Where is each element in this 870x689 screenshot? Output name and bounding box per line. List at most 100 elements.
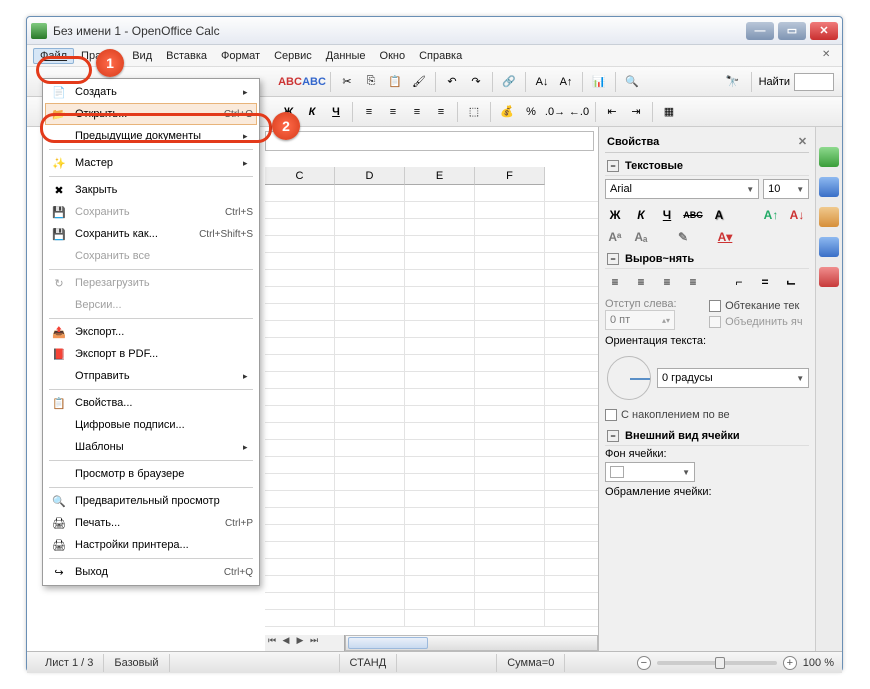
menu-save-as[interactable]: 💾Сохранить как...Ctrl+Shift+S	[45, 223, 257, 245]
menu-properties[interactable]: 📋Свойства...	[45, 392, 257, 414]
find-input[interactable]	[794, 73, 834, 91]
col-header[interactable]: D	[335, 167, 405, 185]
merge-icon[interactable]: ⬚	[463, 101, 485, 123]
menu-export[interactable]: 📤Экспорт...	[45, 321, 257, 343]
menu-view[interactable]: Вид	[125, 48, 159, 64]
cellbg-combo[interactable]: ▼	[605, 462, 695, 482]
hyperlink-icon[interactable]: 🔗	[498, 71, 520, 93]
hscrollbar[interactable]	[345, 635, 598, 651]
undo-icon[interactable]: ↶	[441, 71, 463, 93]
indent-inc-icon[interactable]: ⇥	[625, 101, 647, 123]
align-justify-icon[interactable]: ≡	[430, 101, 452, 123]
font-size-combo[interactable]: 10▼	[763, 179, 809, 199]
halign-center-icon[interactable]: ≡	[631, 273, 651, 291]
zoom-out-button[interactable]: −	[637, 656, 651, 670]
sidebar-close-icon[interactable]: ✕	[798, 135, 807, 148]
deck-styles-icon[interactable]	[819, 177, 839, 197]
cut-icon[interactable]: ✂	[336, 71, 358, 93]
side-super-icon[interactable]: Aᵃ	[605, 228, 625, 246]
menu-recent[interactable]: Предыдущие документы▸	[45, 125, 257, 147]
autospell-icon[interactable]: ABC	[303, 71, 325, 93]
side-bold-icon[interactable]: Ж	[605, 206, 625, 224]
binoculars-icon[interactable]: 🔭	[722, 71, 744, 93]
tab-last-icon[interactable]: ⏭	[307, 635, 321, 651]
menu-help[interactable]: Справка	[412, 48, 469, 64]
section-cell[interactable]: −Внешний вид ячейки	[605, 427, 809, 446]
paste-icon[interactable]: 📋	[384, 71, 406, 93]
menu-data[interactable]: Данные	[319, 48, 373, 64]
copy-icon[interactable]: ⎘	[360, 71, 382, 93]
menu-print[interactable]: 🖨Печать...Ctrl+P	[45, 512, 257, 534]
menu-insert[interactable]: Вставка	[159, 48, 214, 64]
tab-next-icon[interactable]: ▶	[293, 635, 307, 651]
minimize-button[interactable]: —	[746, 22, 774, 40]
deck-navigator-icon[interactable]	[819, 237, 839, 257]
orientation-combo[interactable]: 0 градусы▼	[657, 368, 809, 388]
side-strike-icon[interactable]: ABC	[683, 206, 703, 224]
decimal-add-icon[interactable]: .0→	[544, 101, 566, 123]
deck-functions-icon[interactable]	[819, 267, 839, 287]
sort-desc-icon[interactable]: A↑	[555, 71, 577, 93]
menu-send[interactable]: Отправить▸	[45, 365, 257, 387]
menu-export-pdf[interactable]: 📕Экспорт в PDF...	[45, 343, 257, 365]
menu-window[interactable]: Окно	[373, 48, 413, 64]
section-text[interactable]: −Текстовые	[605, 157, 809, 176]
col-header[interactable]: C	[265, 167, 335, 185]
deck-properties-icon[interactable]	[819, 147, 839, 167]
menu-tools[interactable]: Сервис	[267, 48, 319, 64]
side-shrink-icon[interactable]: A↓	[787, 206, 807, 224]
valign-top-icon[interactable]: ⌐	[729, 273, 749, 291]
grid-cells[interactable]	[265, 185, 598, 633]
orientation-dial[interactable]	[607, 356, 651, 400]
menu-exit[interactable]: ↪ВыходCtrl+Q	[45, 561, 257, 583]
col-header[interactable]: E	[405, 167, 475, 185]
section-align[interactable]: −Выров~нять	[605, 250, 809, 269]
side-grow-icon[interactable]: A↑	[761, 206, 781, 224]
side-underline-icon[interactable]: Ч	[657, 206, 677, 224]
italic-button[interactable]: К	[301, 101, 323, 123]
doc-close-icon[interactable]: ✕	[822, 49, 836, 63]
halign-left-icon[interactable]: ≡	[605, 273, 625, 291]
tab-first-icon[interactable]: ⏮	[265, 635, 279, 651]
halign-right-icon[interactable]: ≡	[657, 273, 677, 291]
brush-icon[interactable]: 🖌	[408, 71, 430, 93]
close-button[interactable]: ✕	[810, 22, 838, 40]
maximize-button[interactable]: ▭	[778, 22, 806, 40]
chart-icon[interactable]: 📊	[588, 71, 610, 93]
side-fontcolor-icon[interactable]: A▾	[715, 228, 735, 246]
menu-wizard[interactable]: ✨Мастер▸	[45, 152, 257, 174]
zoom-slider[interactable]	[657, 661, 777, 665]
menu-print-preview[interactable]: 🔍Предварительный просмотр	[45, 490, 257, 512]
deck-gallery-icon[interactable]	[819, 207, 839, 227]
side-sub-icon[interactable]: Aₐ	[631, 228, 651, 246]
menu-templates[interactable]: Шаблоны▸	[45, 436, 257, 458]
formula-bar[interactable]	[265, 131, 594, 151]
align-right-icon[interactable]: ≡	[406, 101, 428, 123]
halign-justify-icon[interactable]: ≡	[683, 273, 703, 291]
wrap-checkbox[interactable]	[709, 300, 721, 312]
font-combo[interactable]: Arial▼	[605, 179, 759, 199]
menu-format[interactable]: Формат	[214, 48, 267, 64]
menu-signatures[interactable]: Цифровые подписи...	[45, 414, 257, 436]
col-header[interactable]: F	[475, 167, 545, 185]
zoom-in-button[interactable]: +	[783, 656, 797, 670]
redo-icon[interactable]: ↷	[465, 71, 487, 93]
side-highlight-icon[interactable]: ✎	[673, 228, 693, 246]
border-icon[interactable]: ▦	[658, 101, 680, 123]
stacked-checkbox[interactable]	[605, 409, 617, 421]
decimal-del-icon[interactable]: ←.0	[568, 101, 590, 123]
menu-file[interactable]: Файл	[33, 48, 74, 64]
percent-icon[interactable]: %	[520, 101, 542, 123]
sort-asc-icon[interactable]: A↓	[531, 71, 553, 93]
menu-open[interactable]: 📂Открыть...Ctrl+O	[45, 103, 257, 125]
valign-bottom-icon[interactable]: ⌙	[781, 273, 801, 291]
menu-printer-settings[interactable]: 🖨Настройки принтера...	[45, 534, 257, 556]
valign-middle-icon[interactable]: =	[755, 273, 775, 291]
align-left-icon[interactable]: ≡	[358, 101, 380, 123]
menu-preview-browser[interactable]: Просмотр в браузере	[45, 463, 257, 485]
tab-prev-icon[interactable]: ◀	[279, 635, 293, 651]
currency-icon[interactable]: 💰	[496, 101, 518, 123]
spellcheck-icon[interactable]: ABC	[279, 71, 301, 93]
navigator-icon[interactable]: 🔍	[621, 71, 643, 93]
menu-close[interactable]: ✖Закрыть	[45, 179, 257, 201]
